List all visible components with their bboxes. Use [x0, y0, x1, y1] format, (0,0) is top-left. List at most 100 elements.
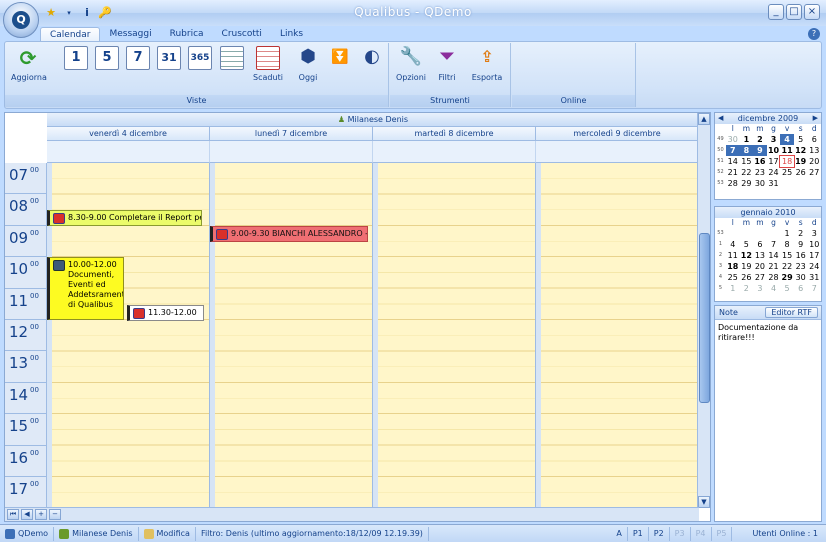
- scroll-down-icon[interactable]: ▼: [698, 496, 710, 508]
- mini-calendar-day[interactable]: 31: [767, 178, 781, 189]
- mini-calendar-day[interactable]: 23: [753, 167, 767, 178]
- mini-calendar-day[interactable]: 30: [726, 134, 740, 145]
- mini-calendar-day[interactable]: 10: [767, 145, 781, 156]
- esporta-button[interactable]: ⇪ Esporta: [470, 46, 504, 82]
- status-user[interactable]: Milanese Denis: [54, 526, 139, 541]
- vertical-scrollbar[interactable]: ▲ ▼: [697, 113, 710, 508]
- mini-calendar-day[interactable]: 19: [740, 261, 754, 272]
- mini-calendar-day[interactable]: 19: [794, 156, 808, 167]
- maximize-button[interactable]: □: [786, 4, 802, 20]
- notes-text[interactable]: Documentazione da ritirare!!!: [718, 323, 818, 343]
- mini-calendar-day[interactable]: 1: [726, 283, 740, 294]
- mini-calendar-day[interactable]: 9: [794, 239, 808, 250]
- mini-calendar-day[interactable]: 3: [753, 283, 767, 294]
- prev-month-icon[interactable]: ◀: [718, 113, 723, 124]
- mini-calendar-day[interactable]: 29: [740, 178, 754, 189]
- aggiorna-button[interactable]: ⟳ Aggiorna: [11, 46, 47, 82]
- mini-calendar-day[interactable]: 11: [780, 145, 794, 156]
- mini-calendar-day[interactable]: 20: [807, 156, 821, 167]
- mini-calendar-day[interactable]: 7: [807, 283, 821, 294]
- mini-calendar-day[interactable]: 17: [807, 250, 821, 261]
- mini-calendar-day[interactable]: 7: [767, 239, 781, 250]
- all-day-area[interactable]: [47, 141, 699, 163]
- mini-calendar-day[interactable]: 7: [725, 145, 740, 156]
- opzioni-button[interactable]: 🔧 Opzioni: [396, 46, 426, 82]
- mini-calendar-day[interactable]: 15: [780, 250, 794, 261]
- mini-calendar-day[interactable]: 16: [753, 156, 767, 167]
- mini-calendar-day[interactable]: 6: [807, 134, 821, 145]
- add-icon[interactable]: +: [35, 509, 47, 520]
- mini-calendar-day[interactable]: 18: [726, 261, 740, 272]
- view-1-day-button[interactable]: 1: [63, 46, 89, 70]
- mini-calendar-day[interactable]: 18: [779, 155, 795, 168]
- mini-calendar-day[interactable]: 1: [780, 228, 794, 239]
- mini-calendar-day[interactable]: 1: [740, 134, 754, 145]
- mini-calendar-day[interactable]: 2: [794, 228, 808, 239]
- mini-calendar-day[interactable]: 8: [780, 239, 794, 250]
- app-orb-button[interactable]: Q: [3, 2, 39, 38]
- day-column[interactable]: [373, 163, 536, 508]
- mini-calendar-day[interactable]: 28: [767, 272, 781, 283]
- mini-calendar-day[interactable]: 22: [780, 261, 794, 272]
- appointment[interactable]: 9.00-9.30 BIANCHI ALESSANDRO -: [210, 225, 368, 242]
- appointment[interactable]: 10.00-12.00 Documenti, Eventi ed Addetsr…: [47, 257, 124, 320]
- view-7-days-button[interactable]: 7: [125, 46, 151, 70]
- mini-calendar-day[interactable]: 25: [780, 167, 794, 178]
- help-icon[interactable]: ?: [808, 28, 820, 40]
- view-31-days-button[interactable]: 31: [156, 46, 182, 70]
- mini-calendar-day[interactable]: 13: [753, 250, 767, 261]
- mini-calendar-day[interactable]: 31: [807, 272, 821, 283]
- mini-calendar-day[interactable]: 15: [740, 156, 754, 167]
- view-grid-button[interactable]: [219, 46, 245, 70]
- day-column[interactable]: 9.00-9.30 BIANCHI ALESSANDRO -: [210, 163, 373, 508]
- horizontal-scrollbar[interactable]: ⏮ ◀ + −: [5, 507, 699, 521]
- scroll-up-icon[interactable]: ▲: [698, 113, 710, 125]
- all-day-cell[interactable]: [47, 141, 210, 163]
- moon-view-button[interactable]: ◐: [359, 46, 385, 70]
- mini-calendar-day[interactable]: 4: [767, 283, 781, 294]
- remove-icon[interactable]: −: [49, 509, 61, 520]
- mini-calendar-day[interactable]: 23: [794, 261, 808, 272]
- tab-calendar[interactable]: Calendar: [40, 27, 101, 42]
- mini-calendar-day[interactable]: 5: [780, 283, 794, 294]
- mini-calendar-day[interactable]: 21: [767, 261, 781, 272]
- mini-calendar-day[interactable]: 6: [794, 283, 808, 294]
- minimize-button[interactable]: _: [768, 4, 784, 20]
- view-365-days-button[interactable]: 365: [187, 46, 213, 70]
- mini-calendar-day[interactable]: 12: [794, 145, 808, 156]
- editor-rtf-button[interactable]: Editor RTF: [765, 307, 818, 318]
- mini-calendar-day[interactable]: 26: [740, 272, 754, 283]
- mini-calendar-day[interactable]: 27: [753, 272, 767, 283]
- tab-messaggi[interactable]: Messaggi: [100, 27, 160, 42]
- tab-links[interactable]: Links: [271, 27, 312, 42]
- mini-calendar-day[interactable]: 4: [780, 134, 794, 145]
- mini-calendar-day[interactable]: 14: [767, 250, 781, 261]
- scroll-thumb[interactable]: [699, 233, 710, 403]
- mini-calendar-day[interactable]: 5: [740, 239, 754, 250]
- mini-calendar-day[interactable]: 11: [726, 250, 740, 261]
- mini-calendar-day[interactable]: 24: [767, 167, 781, 178]
- mini-calendar-day[interactable]: 25: [726, 272, 740, 283]
- first-icon[interactable]: ⏮: [7, 509, 19, 520]
- next-period-button[interactable]: ⏬: [327, 46, 353, 70]
- mini-calendar-day[interactable]: 26: [794, 167, 808, 178]
- mini-calendar-day[interactable]: 3: [767, 134, 781, 145]
- status-modifica[interactable]: Modifica: [139, 526, 196, 541]
- mini-calendar-day[interactable]: 24: [807, 261, 821, 272]
- mini-calendar-day[interactable]: 28: [726, 178, 740, 189]
- filtri-button[interactable]: ⏷ Filtri: [432, 46, 462, 82]
- all-day-cell[interactable]: [373, 141, 536, 163]
- appointment[interactable]: 8.30-9.00 Completare il Report per: [47, 210, 202, 227]
- mini-calendar-day[interactable]: 2: [753, 134, 767, 145]
- day-header[interactable]: lunedì 7 dicembre: [210, 127, 373, 141]
- mini-calendar-day[interactable]: 8: [739, 145, 754, 156]
- mini-calendar-day[interactable]: 14: [726, 156, 740, 167]
- all-day-cell[interactable]: [536, 141, 699, 163]
- mini-calendar-day[interactable]: 17: [767, 156, 781, 167]
- mini-calendar-day[interactable]: 10: [807, 239, 821, 250]
- status-app[interactable]: QDemo: [0, 526, 55, 541]
- mini-calendar-day[interactable]: 30: [794, 272, 808, 283]
- next-month-icon[interactable]: ▶: [813, 113, 818, 124]
- tab-cruscotti[interactable]: Cruscotti: [213, 27, 271, 42]
- close-button[interactable]: ×: [804, 4, 820, 20]
